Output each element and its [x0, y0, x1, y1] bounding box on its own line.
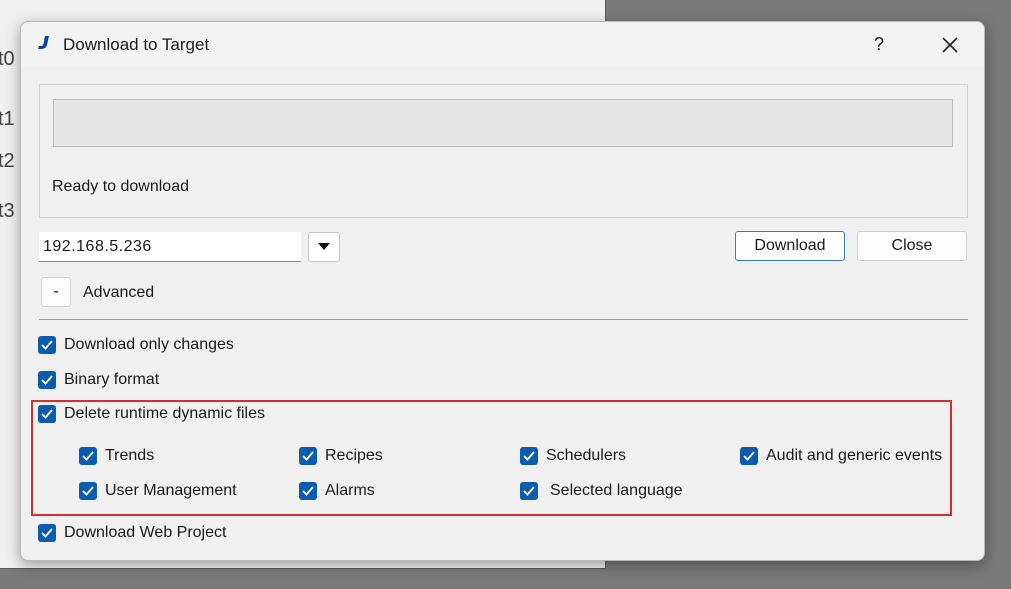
- close-button[interactable]: Close: [857, 231, 967, 261]
- status-text: Ready to download: [52, 178, 189, 195]
- selected-language-checkbox[interactable]: Selected language: [520, 480, 683, 502]
- checkbox-checked-icon: [38, 336, 56, 354]
- trends-checkbox[interactable]: Trends: [79, 445, 154, 467]
- checkbox-label: Audit and generic events: [766, 447, 943, 464]
- download-button[interactable]: Download: [735, 231, 845, 261]
- checkbox-label: Selected language: [550, 482, 683, 499]
- checkbox-label: Trends: [105, 447, 155, 464]
- user-management-checkbox[interactable]: User Management: [79, 480, 237, 502]
- app-logo-icon: [38, 36, 49, 49]
- checkbox-checked-icon: [520, 482, 538, 500]
- checkbox-checked-icon: [299, 482, 317, 500]
- background-label: t0: [0, 48, 15, 70]
- schedulers-checkbox[interactable]: Schedulers: [520, 445, 626, 467]
- checkbox-checked-icon: [79, 447, 97, 465]
- download-dialog: Download to Target ? Ready to download 1…: [20, 21, 985, 561]
- checkbox-checked-icon: [740, 447, 758, 465]
- binary-format-checkbox[interactable]: Binary format: [38, 369, 159, 391]
- checkbox-checked-icon: [38, 524, 56, 542]
- checkbox-label: Recipes: [325, 447, 383, 464]
- help-button[interactable]: ?: [867, 30, 891, 58]
- background-label: t2: [0, 150, 15, 172]
- status-panel: Ready to download: [39, 84, 968, 218]
- advanced-toggle-button[interactable]: -: [41, 277, 71, 307]
- ip-address-input[interactable]: 192.168.5.236: [39, 232, 301, 262]
- checkbox-label: Alarms: [325, 482, 375, 499]
- checkbox-checked-icon: [520, 447, 538, 465]
- checkbox-label: Download only changes: [64, 336, 234, 353]
- ip-dropdown-button[interactable]: [308, 232, 340, 262]
- background-label: t3: [0, 200, 15, 222]
- progress-bar: [53, 99, 953, 147]
- checkbox-checked-icon: [79, 482, 97, 500]
- triangle-down-icon: [318, 243, 330, 250]
- checkbox-label: Download Web Project: [64, 524, 227, 541]
- dialog-title: Download to Target: [63, 35, 210, 54]
- checkbox-checked-icon: [38, 371, 56, 389]
- download-web-project-checkbox[interactable]: Download Web Project: [38, 522, 226, 544]
- divider: [39, 319, 968, 320]
- checkbox-label: Binary format: [64, 371, 160, 388]
- recipes-checkbox[interactable]: Recipes: [299, 445, 383, 467]
- checkbox-checked-icon: [299, 447, 317, 465]
- title-bar: Download to Target ?: [21, 22, 984, 67]
- alarms-checkbox[interactable]: Alarms: [299, 480, 375, 502]
- audit-generic-events-checkbox[interactable]: Audit and generic events: [740, 445, 942, 467]
- background-label: t1: [0, 108, 15, 130]
- close-icon[interactable]: [935, 30, 965, 60]
- checkbox-label: User Management: [105, 482, 237, 499]
- checkbox-label: Schedulers: [546, 447, 627, 464]
- advanced-label: Advanced: [83, 284, 155, 301]
- download-only-changes-checkbox[interactable]: Download only changes: [38, 334, 234, 356]
